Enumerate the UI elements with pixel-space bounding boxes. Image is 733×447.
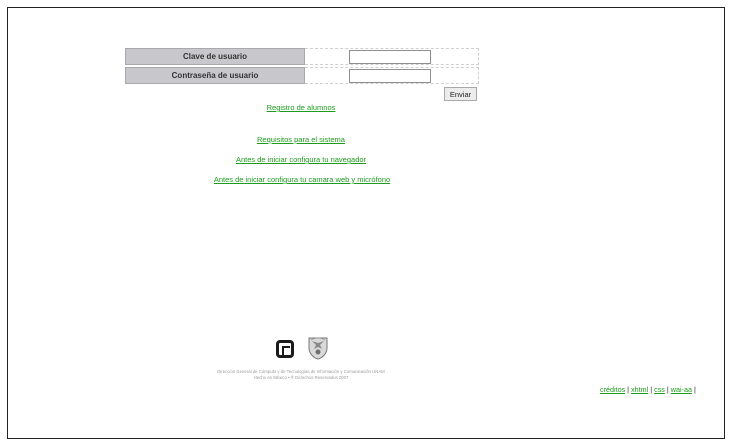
- password-field-cell: [305, 67, 479, 84]
- password-input[interactable]: [349, 69, 431, 83]
- footer-links: créditos | xhtml | css | wai-aa |: [600, 385, 696, 394]
- footer-separator: |: [627, 385, 630, 394]
- unam-shield-icon[interactable]: [307, 336, 329, 360]
- footer-separator: |: [650, 385, 653, 394]
- footer-copyright: Hecho en México • ® Derechos Reservados …: [253, 375, 349, 380]
- password-row: Contraseña de usuario: [125, 67, 479, 85]
- submit-button[interactable]: Enviar: [444, 87, 477, 101]
- page-frame: Clave de usuario Contraseña de usuario E…: [7, 7, 725, 439]
- logos-group: [276, 336, 346, 366]
- navegador-link[interactable]: Antes de iniciar configura tu navegador: [236, 155, 366, 164]
- camara-link[interactable]: Antes de iniciar configura tu camara web…: [214, 175, 390, 184]
- password-label: Contraseña de usuario: [125, 67, 305, 84]
- user-input[interactable]: [349, 50, 431, 64]
- footer-link-xhtml[interactable]: xhtml: [631, 385, 648, 394]
- footer-link-creditos[interactable]: créditos: [600, 385, 625, 394]
- user-row: Clave de usuario: [125, 48, 479, 66]
- registro-link[interactable]: Registro de alumnos: [267, 103, 336, 112]
- dgtic-logo-icon[interactable]: [276, 340, 294, 358]
- user-field-cell: [305, 48, 479, 65]
- user-label: Clave de usuario: [125, 48, 305, 65]
- login-form: Clave de usuario Contraseña de usuario: [125, 48, 479, 86]
- footer-link-css[interactable]: css: [654, 385, 665, 394]
- requisitos-link[interactable]: Requisitos para el sistema: [257, 135, 345, 144]
- footer-link-wai-aa[interactable]: wai-aa: [671, 385, 692, 394]
- footer-separator: |: [666, 385, 669, 394]
- footer-separator: |: [693, 385, 696, 394]
